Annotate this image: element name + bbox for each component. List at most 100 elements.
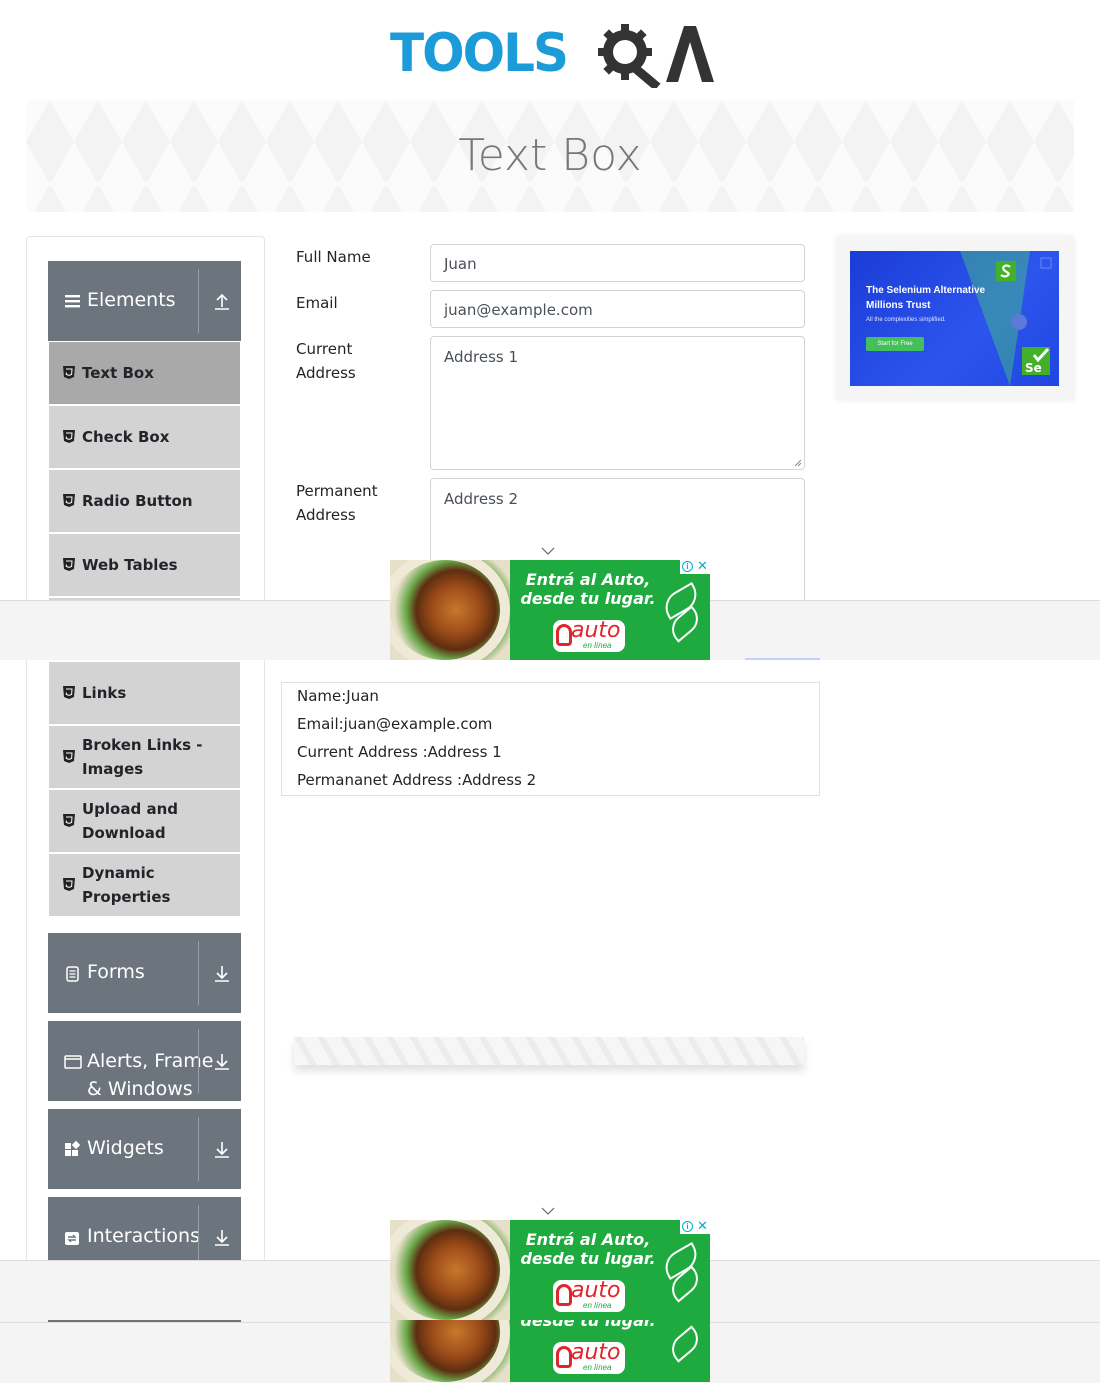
current-address-label: Current Address (296, 337, 356, 385)
logo-brand: auto (571, 1340, 621, 1365)
output-panel: Name:Juan Email:juan@example.com Current… (281, 682, 820, 796)
label-line-2: Images (82, 760, 144, 778)
sidebar-group-label: Alerts, Frame & Windows (87, 1047, 213, 1103)
collapse-arrow-icon[interactable] (214, 291, 230, 311)
html5-icon (63, 750, 75, 763)
html5-icon (63, 366, 75, 379)
sidebar-group-interactions[interactable]: Interactions (48, 1197, 241, 1260)
sidebar-group-alerts-frame-windows[interactable]: Alerts, Frame & Windows (48, 1021, 241, 1101)
divider (198, 1117, 199, 1181)
expand-arrow-icon[interactable] (214, 1139, 230, 1159)
sidebar-group-label: Widgets (87, 1137, 164, 1159)
auto-en-linea-logo: auto en línea (553, 618, 625, 652)
logo-sub: en línea (583, 1301, 612, 1310)
label-line-2: Address (296, 506, 356, 524)
close-icon[interactable]: ✕ (697, 1220, 708, 1234)
ad-headline: Entrá al Auto, desde tu lugar. (518, 1230, 658, 1268)
submit-button-edge[interactable] (745, 658, 820, 660)
permanent-address-label: Permanent Address (296, 479, 378, 527)
ad-plate-graphic (390, 1320, 510, 1382)
interactions-icon (65, 1232, 79, 1245)
sidebar-group-elements[interactable]: Elements (48, 261, 241, 341)
html5-icon (63, 430, 75, 443)
label-line-1: Permanent (296, 482, 378, 500)
hand-icon (556, 1346, 572, 1368)
html5-icon (63, 814, 75, 827)
right-ad-banner[interactable]: The Selenium Alternative Millions Trust … (850, 251, 1059, 386)
leaf-icon (665, 1325, 705, 1363)
document-icon (66, 966, 79, 982)
ad-graphic-circle-icon (1011, 314, 1027, 330)
gear-magnifier-icon (598, 24, 714, 88)
html5-icon (63, 558, 75, 571)
sidebar-group-label: Interactions (87, 1225, 200, 1247)
sidebar-item-dynamic-properties[interactable]: Dynamic Properties (49, 854, 240, 916)
info-icon[interactable]: i (682, 1221, 693, 1232)
current-address-textarea[interactable]: Address 1 (430, 336, 805, 470)
sidebar-item-label: Broken Links - Images (82, 733, 203, 781)
toolsqa-logo[interactable]: TOOLS (390, 14, 720, 92)
auto-en-linea-logo: auto en línea (553, 1278, 625, 1312)
label-line-1: Current (296, 340, 353, 358)
sidebar-item-text-box[interactable]: Text Box (49, 342, 240, 404)
headline-line-2: desde tu lugar. (520, 589, 656, 608)
sidebar-item-links[interactable]: Links (49, 662, 240, 724)
sidebar-item-upload-and-download[interactable]: Upload and Download (49, 790, 240, 852)
food-ad-banner-3[interactable]: desde tu lugar. auto en línea (390, 1320, 710, 1382)
info-icon[interactable]: i (682, 561, 693, 572)
sidebar-group-widgets[interactable]: Widgets (48, 1109, 241, 1189)
label-line-1: Dynamic (82, 864, 155, 882)
logo-sub: en línea (583, 1363, 612, 1372)
logo-text: TOOLS (390, 22, 569, 84)
expand-arrow-icon[interactable] (214, 1051, 230, 1071)
ad-graphic-square-icon (1040, 257, 1052, 269)
ad-choices[interactable]: i ✕ (680, 1220, 710, 1234)
email-input[interactable]: juan@example.com (430, 290, 805, 328)
label-line-1: Broken Links - (82, 736, 203, 754)
food-ad-banner[interactable]: Entrá al Auto, desde tu lugar. auto en lí… (390, 560, 710, 660)
sidebar-item-broken-links-images[interactable]: Broken Links - Images (49, 726, 240, 788)
hand-icon (556, 1284, 572, 1306)
page-title: Text Box (458, 130, 642, 181)
label-line-2: & Windows (87, 1078, 193, 1100)
chevron-down-icon[interactable] (541, 547, 555, 555)
divider (198, 941, 199, 1005)
sidebar-item-label: Radio Button (82, 492, 193, 510)
ad-start-button[interactable]: Start for Free (866, 337, 924, 351)
expand-arrow-icon[interactable] (214, 1227, 230, 1247)
hand-icon (556, 624, 572, 646)
label-line-2: Properties (82, 888, 171, 906)
sidebar-item-web-tables[interactable]: Web Tables (49, 534, 240, 596)
ad-headline: desde tu lugar. (518, 1320, 658, 1330)
selenium-s-icon (996, 261, 1016, 281)
email-label: Email (296, 294, 338, 312)
sidebar-item-check-box[interactable]: Check Box (49, 406, 240, 468)
resize-grip-icon[interactable] (794, 459, 802, 467)
sidebar-group-forms[interactable]: Forms (48, 933, 241, 1013)
label-line-2: Download (82, 824, 166, 842)
output-email: Email:juan@example.com (297, 715, 493, 733)
logo-brand: auto (571, 618, 621, 643)
headline-line-1: Entrá al Auto, (525, 570, 651, 589)
sidebar-item-label: Check Box (82, 428, 170, 446)
ad-headline: Entrá al Auto, desde tu lugar. (518, 570, 658, 608)
sidebar-group-partial (48, 1320, 241, 1322)
food-ad-banner-2[interactable]: Entrá al Auto, desde tu lugar. auto en lí… (390, 1220, 710, 1320)
headline-line-2: desde tu lugar. (520, 1249, 656, 1268)
divider (198, 269, 199, 333)
headline-line-1: Entrá al Auto, (525, 1230, 651, 1249)
full-name-input[interactable]: Juan (430, 244, 805, 282)
ad-choices[interactable]: i ✕ (680, 560, 710, 574)
html5-icon (63, 494, 75, 507)
sidebar-item-radio-button[interactable]: Radio Button (49, 470, 240, 532)
divider (198, 1029, 199, 1093)
selenium-se-icon: Se (1022, 347, 1050, 375)
sidebar-item-label: Text Box (82, 364, 154, 382)
expand-arrow-icon[interactable] (214, 963, 230, 983)
ad-placeholder-strip (294, 1037, 804, 1065)
chevron-down-icon[interactable] (541, 1207, 555, 1215)
close-icon[interactable]: ✕ (697, 560, 708, 574)
label-line-1: Upload and (82, 800, 178, 818)
output-permanent-address: Permananet Address :Address 2 (297, 771, 537, 789)
ad-plate-graphic (390, 1220, 510, 1320)
